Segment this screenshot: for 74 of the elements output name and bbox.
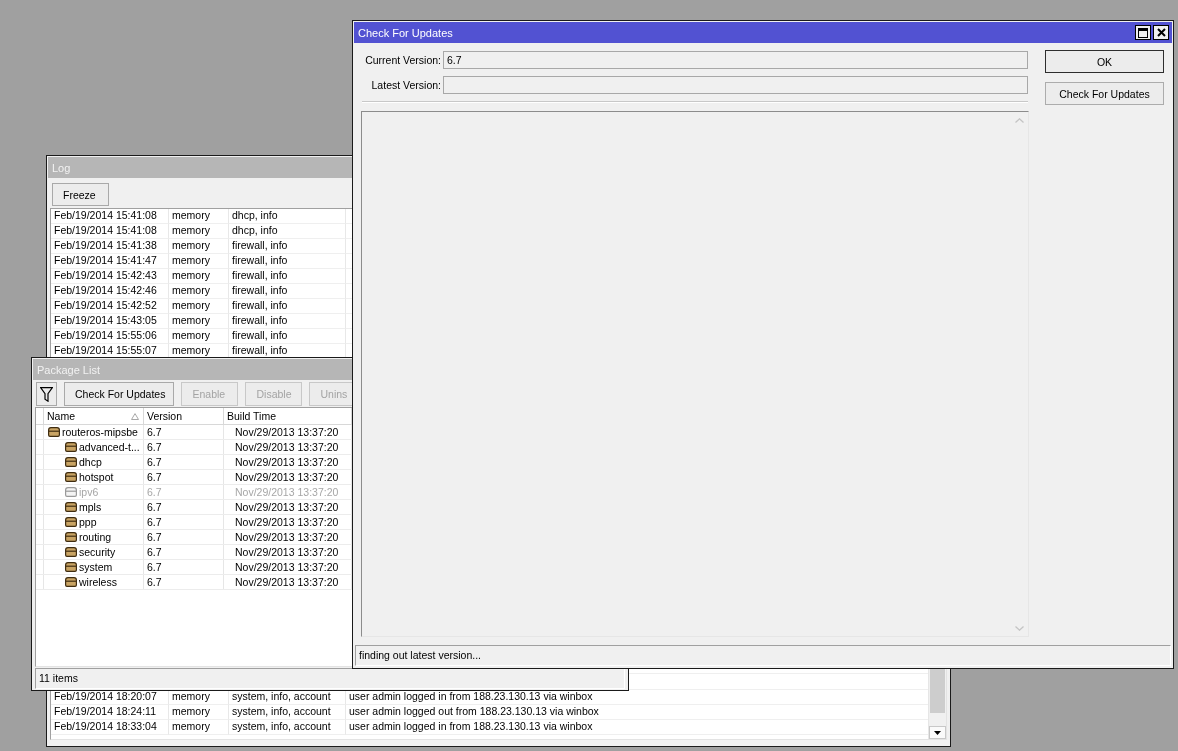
field-label: Latest Version: — [370, 79, 441, 91]
table-cell: 6.7 — [144, 440, 224, 454]
maximize-icon — [1138, 27, 1148, 38]
table-cell: 6.7 — [144, 455, 224, 469]
window-title: Log — [52, 161, 71, 174]
toolbar-button[interactable]: Freeze — [52, 183, 109, 206]
package-row[interactable]: advanced-t... 6.7 Nov/29/2013 13:37:20 — [36, 440, 352, 455]
maximize-button[interactable] — [1135, 25, 1151, 40]
package-row[interactable]: dhcp 6.7 Nov/29/2013 13:37:20 — [36, 455, 352, 470]
close-icon — [1156, 28, 1166, 37]
package-icon — [65, 577, 77, 587]
window-title: Package List — [37, 363, 100, 376]
toolbar-button[interactable]: Check For Updates — [64, 382, 175, 406]
table-cell: 6.7 — [144, 545, 224, 559]
package-name: security — [79, 545, 116, 559]
scrollbar-thumb[interactable] — [930, 667, 945, 713]
table-cell: 6.7 — [144, 530, 224, 544]
package-icon — [48, 427, 60, 437]
package-icon — [65, 457, 77, 467]
package-name: routing — [79, 530, 112, 544]
package-name: advanced-t... — [79, 440, 140, 454]
column-header[interactable]: Name — [44, 408, 144, 424]
package-name: mpls — [79, 500, 102, 514]
package-icon — [65, 517, 77, 527]
window-title: Check For Updates — [358, 26, 453, 39]
table-cell: 6.7 — [144, 485, 224, 499]
package-name: dhcp — [79, 455, 102, 469]
table-cell: 6.7 — [144, 500, 224, 514]
package-name: system — [79, 560, 113, 574]
table-cell: 6.7 — [144, 425, 224, 439]
field-label: Current Version: — [364, 54, 441, 66]
package-name: hotspot — [79, 470, 114, 484]
package-row[interactable]: security 6.7 Nov/29/2013 13:37:20 — [36, 545, 352, 560]
status-bar: 11 items — [35, 668, 625, 689]
status-bar: finding out latest version... — [355, 645, 1171, 666]
scroll-up-icon — [1015, 118, 1024, 123]
scroll-down-button[interactable] — [929, 726, 946, 739]
table-cell: 6.7 — [144, 515, 224, 529]
text-field[interactable] — [443, 76, 1028, 94]
dialog-button[interactable]: Check For Updates — [1045, 82, 1164, 105]
package-icon — [65, 472, 77, 482]
package-icon — [65, 442, 77, 452]
close-button[interactable] — [1153, 25, 1169, 40]
down-arrow-icon — [934, 730, 941, 735]
text-field[interactable]: 6.7 — [443, 51, 1028, 69]
package-icon — [65, 487, 77, 497]
table-cell: memory — [169, 720, 229, 735]
package-name: ppp — [79, 515, 97, 529]
package-icon — [65, 532, 77, 542]
column-header[interactable]: Version — [144, 408, 224, 424]
package-row[interactable]: hotspot 6.7 Nov/29/2013 13:37:20 — [36, 470, 352, 485]
package-row[interactable]: system 6.7 Nov/29/2013 13:37:20 — [36, 560, 352, 575]
package-name: routeros-mipsbe — [62, 425, 138, 439]
table-cell: 6.7 — [144, 470, 224, 484]
package-row[interactable]: ppp 6.7 Nov/29/2013 13:37:20 — [36, 515, 352, 530]
package-icon — [65, 562, 77, 572]
scroll-down-icon — [1015, 626, 1024, 631]
filter-icon — [40, 386, 53, 402]
package-row[interactable]: wireless 6.7 Nov/29/2013 13:37:20 — [36, 575, 352, 590]
table-cell: 6.7 — [144, 560, 224, 574]
package-name: wireless — [79, 575, 117, 589]
filter-button[interactable] — [36, 382, 57, 406]
sort-icon — [131, 412, 139, 420]
package-icon — [65, 502, 77, 512]
package-row[interactable]: routeros-mipsbe 6.7 Nov/29/2013 13:37:20 — [36, 425, 352, 440]
table-cell: system, info, account — [229, 720, 346, 735]
package-name: ipv6 — [79, 485, 99, 499]
dialog-button[interactable]: OK — [1045, 50, 1164, 73]
package-row[interactable]: routing 6.7 Nov/29/2013 13:37:20 — [36, 530, 352, 545]
table-cell: user admin logged in from 188.23.130.13 via winbox — [346, 720, 928, 735]
table-cell: 6.7 — [144, 575, 224, 589]
package-icon — [65, 547, 77, 557]
package-row[interactable]: mpls 6.7 Nov/29/2013 13:37:20 — [36, 500, 352, 515]
table-cell: Feb/19/2014 18:33:04 — [51, 720, 169, 735]
